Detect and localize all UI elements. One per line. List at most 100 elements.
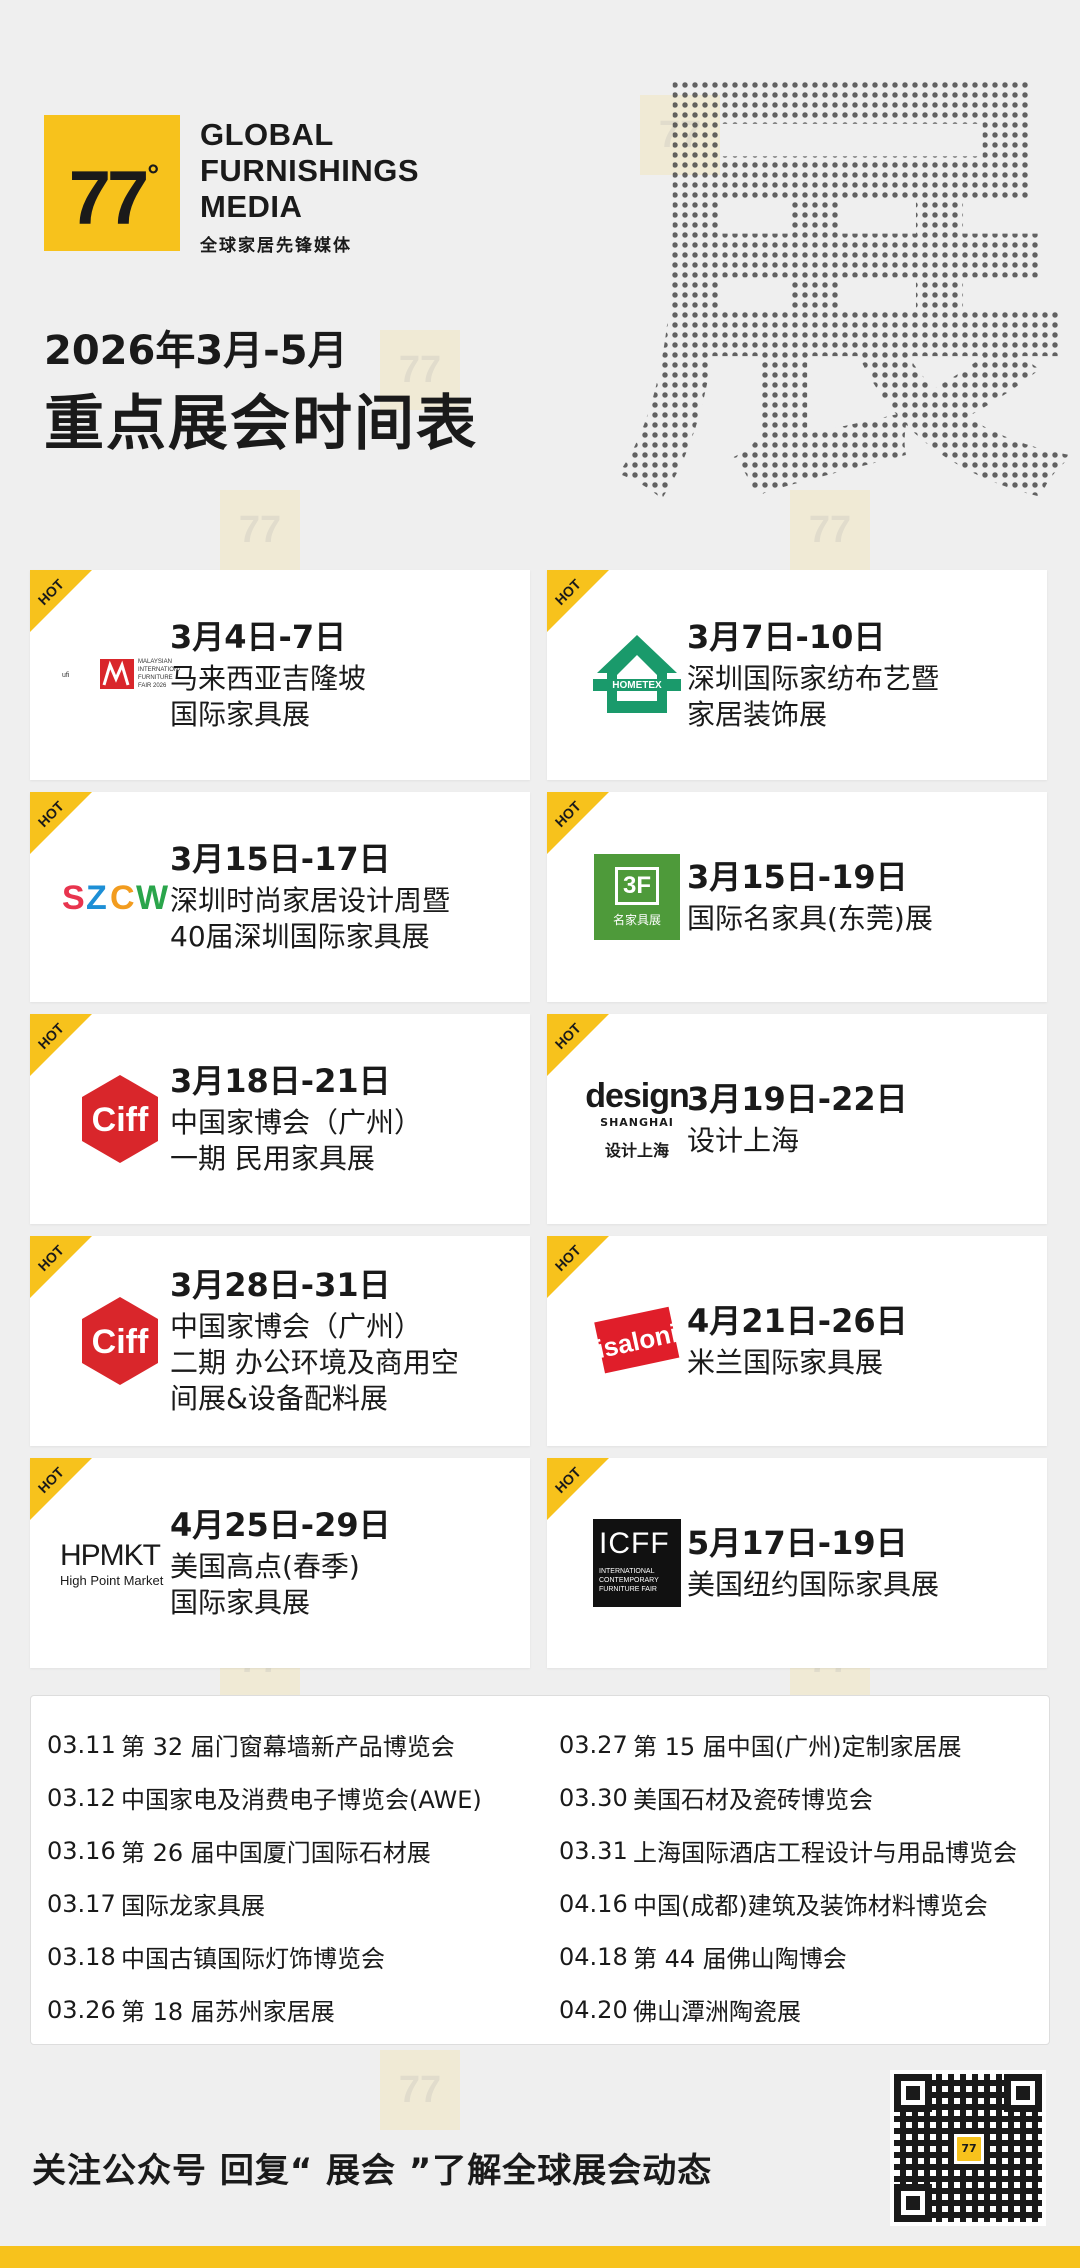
list-item-date: 03.26 — [47, 1995, 116, 2024]
svg-text:HOMETEX: HOMETEX — [612, 680, 662, 691]
event-name: 深圳时尚家居设计周暨 — [170, 884, 451, 917]
list-item[interactable]: 04.20 佛山潭洲陶瓷展 — [559, 1983, 1059, 2036]
event-card[interactable]: HOT Ciff 3月28日-31日 中国家博会（广州） 二期 办公环境及商用空… — [30, 1236, 530, 1446]
list-item-date: 04.16 — [559, 1889, 628, 1918]
icff-logo-badge: ICFF INTERNATIONAL CONTEMPORARY FURNITUR… — [593, 1519, 681, 1607]
event-info: 3月28日-31日 中国家博会（广州） 二期 办公环境及商用空 间展&设备配料展 — [170, 1265, 520, 1417]
event-name: 美国高点(春季) — [170, 1550, 360, 1583]
design-logo-text: design — [585, 1077, 690, 1115]
list-item[interactable]: 04.18 第 44 届佛山陶博会 — [559, 1930, 1059, 1983]
list-item-date: 03.27 — [559, 1730, 628, 1759]
ciff-logo: Ciff — [60, 1064, 180, 1174]
brand-name: GLOBAL FURNISHINGS MEDIA 全球家居先锋媒体 — [200, 117, 419, 256]
event-name: 中国家博会（广州） — [170, 1310, 423, 1343]
svg-text:W: W — [136, 879, 169, 917]
list-item-name: 美国石材及瓷砖博览会 — [633, 1786, 873, 1814]
list-item-date: 04.18 — [559, 1942, 628, 1971]
event-name: 二期 办公环境及商用空 — [170, 1346, 459, 1379]
hometex-logo: HOMETEX — [577, 620, 697, 730]
3f-logo-text: 3F — [615, 866, 659, 905]
event-card[interactable]: HOT design SHANGHAI 设计上海 3月19日-22日 设计上海 — [547, 1014, 1047, 1224]
background-character: 展 — [610, 40, 1080, 540]
list-item-date: 03.18 — [47, 1942, 116, 1971]
logo-badge: 77° — [44, 115, 180, 251]
footer-call-to-action: 关注公众号 回复“ 展会 ”了解全球展会动态 — [32, 2151, 713, 2191]
event-card[interactable]: HOT isaloni 4月21日-26日 米兰国际家具展 — [547, 1236, 1047, 1446]
list-item[interactable]: 03.11 第 32 届门窗幕墙新产品博览会 — [47, 1718, 547, 1771]
svg-text:Z: Z — [86, 879, 107, 917]
list-item-date: 03.30 — [559, 1783, 628, 1812]
page-title: 重点展会时间表 — [44, 389, 478, 459]
list-item-name: 第 44 届佛山陶博会 — [633, 1945, 847, 1973]
brand-name-line: FURNISHINGS — [200, 153, 420, 188]
event-info: 3月7日-10日 深圳国际家纺布艺暨 家居装饰展 — [687, 617, 1037, 733]
event-card[interactable]: HOT S Z C W 3月15日-17日 深圳时尚家居设计周暨 40届深圳国际… — [30, 792, 530, 1002]
list-item[interactable]: 03.18 中国古镇国际灯饰博览会 — [47, 1930, 547, 1983]
list-item-date: 03.16 — [47, 1836, 116, 1865]
event-name: 深圳国际家纺布艺暨 — [687, 662, 940, 695]
event-info: 4月21日-26日 米兰国际家具展 — [687, 1301, 1037, 1381]
icff-logo: ICFF INTERNATIONAL CONTEMPORARY FURNITUR… — [577, 1508, 697, 1618]
event-date: 3月15日-17日 — [170, 840, 391, 878]
list-item[interactable]: 03.26 第 18 届苏州家居展 — [47, 1983, 547, 2036]
hpmkt-logo: HPMKT High Point Market — [60, 1508, 180, 1618]
svg-text:S: S — [62, 879, 85, 917]
list-item-date: 04.20 — [559, 1995, 628, 2024]
brand-name-line: GLOBAL — [200, 117, 334, 152]
icff-logo-subtext: INTERNATIONAL CONTEMPORARY FURNITURE FAI… — [599, 1568, 659, 1593]
event-name: 40届深圳国际家具展 — [170, 920, 430, 953]
list-item-name: 国际龙家具展 — [121, 1892, 265, 1920]
list-item[interactable]: 03.31 上海国际酒店工程设计与用品博览会 — [559, 1824, 1059, 1877]
list-item[interactable]: 03.17 国际龙家具展 — [47, 1877, 547, 1930]
miff-logo-text: MALAYSIAN — [138, 659, 172, 665]
event-card[interactable]: HOT HPMKT High Point Market 4月25日-29日 美国… — [30, 1458, 530, 1668]
miff-logo: ufi MALAYSIAN INTERNATIONAL FURNITURE FA… — [60, 620, 180, 730]
watermark: 77 — [380, 2050, 460, 2130]
event-date: 3月18日-21日 — [170, 1062, 391, 1100]
event-name: 美国纽约国际家具展 — [687, 1568, 940, 1601]
event-date: 3月7日-10日 — [687, 618, 886, 656]
events-column-left: 03.11 第 32 届门窗幕墙新产品博览会 03.12 中国家电及消费电子博览会(… — [47, 1718, 547, 2036]
event-card[interactable]: HOT ICFF INTERNATIONAL CONTEMPORARY FURN… — [547, 1458, 1047, 1668]
brand-tagline: 全球家居先锋媒体 — [200, 236, 352, 256]
list-item[interactable]: 03.12 中国家电及消费电子博览会(AWE) — [47, 1771, 547, 1824]
brand-logo: 77° GLOBAL FURNISHINGS MEDIA 全球家居先锋媒体 — [44, 115, 419, 256]
event-date: 3月15日-19日 — [687, 858, 908, 896]
event-date: 3月28日-31日 — [170, 1266, 391, 1304]
event-card[interactable]: HOT 3F 名家具展 3月15日-19日 国际名家具(东莞)展 — [547, 792, 1047, 1002]
list-item[interactable]: 04.16 中国(成都)建筑及装饰材料博览会 — [559, 1877, 1059, 1930]
bottom-accent-bar — [0, 2246, 1080, 2268]
list-item-name: 中国古镇国际灯饰博览会 — [121, 1945, 385, 1973]
svg-text:ufi: ufi — [62, 672, 70, 679]
brand-name-line: MEDIA — [200, 189, 303, 224]
event-date: 3月19日-22日 — [687, 1080, 908, 1118]
list-item-date: 03.11 — [47, 1730, 116, 1759]
headline-date: 2026年3月-5月 — [44, 328, 348, 374]
event-card[interactable]: HOT Ciff 3月18日-21日 中国家博会（广州） 一期 民用家具展 — [30, 1014, 530, 1224]
event-name: 家居装饰展 — [687, 698, 828, 731]
event-name: 国际名家具(东莞)展 — [687, 902, 933, 935]
list-item-name: 中国(成都)建筑及装饰材料博览会 — [633, 1892, 988, 1920]
list-item[interactable]: 03.16 第 26 届中国厦门国际石材展 — [47, 1824, 547, 1877]
list-item-name: 上海国际酒店工程设计与用品博览会 — [633, 1839, 1017, 1867]
ciff-logo: Ciff — [60, 1286, 180, 1396]
event-name: 国际家具展 — [170, 698, 311, 731]
qr-finder-icon — [894, 2074, 932, 2112]
event-card[interactable]: HOT HOMETEX 3月7日-10日 深圳国际家纺布艺暨 家居装饰展 — [547, 570, 1047, 780]
list-item-name: 第 15 届中国(广州)定制家居展 — [633, 1733, 962, 1761]
event-info: 5月17日-19日 美国纽约国际家具展 — [687, 1523, 1037, 1603]
list-item-name: 佛山潭洲陶瓷展 — [633, 1998, 801, 2026]
event-date: 3月4日-7日 — [170, 618, 347, 656]
qr-code[interactable]: 77 — [890, 2070, 1046, 2226]
event-name: 中国家博会（广州） — [170, 1106, 423, 1139]
list-item[interactable]: 03.30 美国石材及瓷砖博览会 — [559, 1771, 1059, 1824]
svg-text:C: C — [110, 879, 135, 917]
event-card[interactable]: HOT ufi MALAYSIAN INTERNATIONAL FURNITUR… — [30, 570, 530, 780]
list-item[interactable]: 03.27 第 15 届中国(广州)定制家居展 — [559, 1718, 1059, 1771]
event-info: 3月18日-21日 中国家博会（广州） 一期 民用家具展 — [170, 1061, 520, 1177]
design-logo-subtext: SHANGHAI — [600, 1116, 674, 1129]
svg-text:FAIR 2026: FAIR 2026 — [138, 683, 167, 689]
event-info: 3月15日-19日 国际名家具(东莞)展 — [687, 857, 1037, 937]
svg-text:Ciff: Ciff — [92, 1101, 149, 1139]
design-shanghai-logo: design SHANGHAI 设计上海 — [577, 1064, 697, 1174]
